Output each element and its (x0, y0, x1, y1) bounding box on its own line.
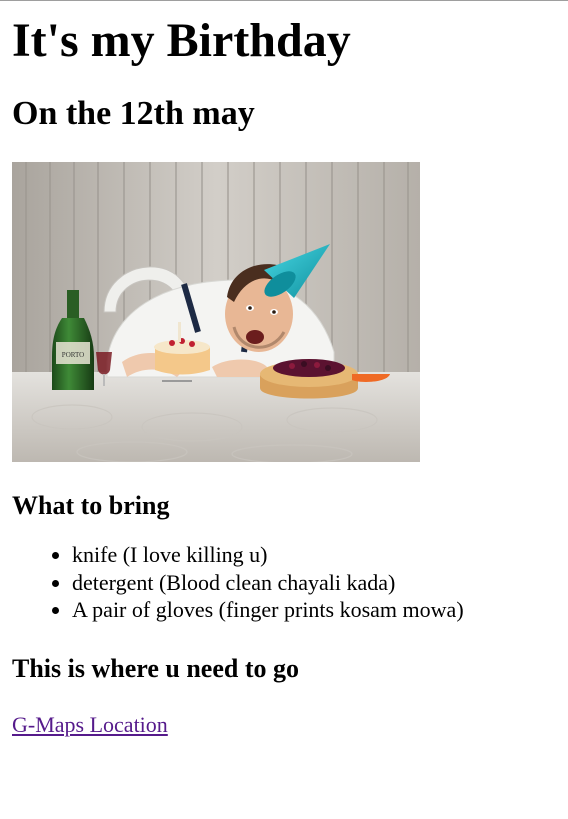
svg-text:PORTO: PORTO (62, 351, 84, 359)
page-title: It's my Birthday (12, 14, 351, 67)
page-content: It's my Birthday On the 12th may PORTO W… (12, 0, 557, 739)
what-to-bring-heading: What to bring (12, 491, 170, 520)
birthday-photo: PORTO (12, 162, 420, 462)
list-item: knife (I love killing u) (72, 541, 557, 569)
bring-list: knife (I love killing u) detergent (Bloo… (12, 541, 557, 624)
gmaps-location-link[interactable]: G-Maps Location (12, 712, 168, 737)
list-item: detergent (Blood clean chayali kada) (72, 569, 557, 597)
page-subtitle: On the 12th may (12, 95, 255, 132)
location-paragraph: G-Maps Location (12, 711, 557, 739)
list-item: A pair of gloves (finger prints kosam mo… (72, 596, 557, 624)
location-heading: This is where u need to go (12, 653, 299, 683)
